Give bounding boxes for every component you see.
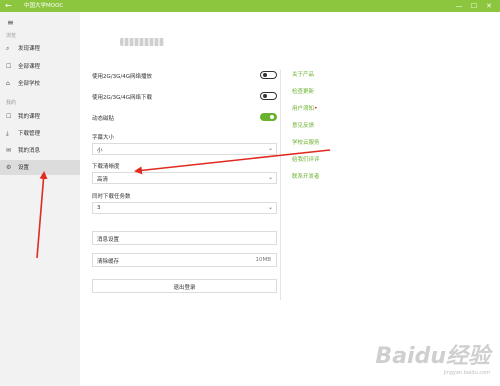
sidebar-item-discover-courses[interactable]: ⌕ 发现课程 [0,41,80,56]
sidebar-item-label: 下载管理 [18,131,41,137]
link-contact-developer[interactable]: 联系开发者 [292,172,320,180]
school-icon: ⌂ [6,80,10,87]
chevron-down-icon: ⌄ [267,204,273,211]
sidebar-item-label: 我的课程 [18,114,41,120]
select-value: 小 [97,148,103,154]
download-quality-select[interactable]: 高清 ⌄ [92,172,277,184]
link-about-product[interactable]: 关于产品 [292,70,314,78]
sidebar-item-label: 我的消息 [18,148,41,154]
sidebar-item-settings[interactable]: ⚙ 设置 [0,160,80,175]
link-feedback[interactable]: 意见反馈 [292,121,314,129]
setting-label: 使用2G/3G/4G网络下载 [92,95,152,101]
toggle-knob [270,115,274,119]
search-icon: ⌕ [6,45,10,52]
cache-size: 10MB [255,257,271,263]
new-dot-icon: • [314,105,318,112]
sidebar-item-all-courses[interactable]: ☐ 全部课程 [0,59,80,74]
sidebar-item-label: 发现课程 [18,46,41,52]
sidebar-item-my-messages[interactable]: ✉ 我的消息 [0,143,80,158]
font-size-select[interactable]: 小 ⌄ [92,143,277,155]
chevron-down-icon: ⌄ [267,145,273,152]
book-icon: ☐ [6,113,12,120]
live-tile-toggle[interactable] [260,113,277,121]
message-settings-button[interactable]: 消息设置 [92,231,277,245]
link-school-cloud[interactable]: 学校云服务 [292,138,320,146]
concurrent-downloads-select[interactable]: 3 ⌄ [92,202,277,214]
link-rate-us[interactable]: 给我们评评 [292,155,320,163]
button-label: 消息设置 [97,237,120,243]
sidebar-item-my-courses[interactable]: ☐ 我的课程 [0,109,80,124]
font-size-label: 字幕大小 [92,135,115,141]
watermark-logo: Baidu经验 [375,344,490,369]
setting-mobile-play: 使用2G/3G/4G网络播放 [92,70,277,82]
mobile-play-toggle[interactable] [260,71,277,79]
watermark-url: jingyan.baidu.com [443,370,490,376]
settings-panel: 使用2G/3G/4G网络播放 使用2G/3G/4G网络下载 动态磁贴 字幕大小 … [80,12,500,386]
maximize-icon[interactable]: ☐ [467,1,481,11]
watermark: Baidu经验 jingyan.baidu.com [375,338,490,376]
blurred-username [120,38,164,46]
app-title: 中国大学MOOC [24,3,64,9]
link-label: 用户须知 [292,106,315,112]
sidebar-item-label: 全部课程 [18,64,41,70]
mobile-download-toggle[interactable] [260,92,277,100]
link-user-notice[interactable]: 用户须知• [292,104,318,112]
clear-cache-button[interactable]: 清除缓存 10MB [92,253,277,267]
sidebar-item-download-manager[interactable]: ⤓ 下载管理 [0,126,80,141]
sidebar-item-label: 全部学校 [18,81,41,87]
section-label-mine: 我的 [6,100,17,106]
chevron-down-icon: ⌄ [267,174,273,181]
link-check-update[interactable]: 检查更新 [292,87,314,95]
sidebar-item-label: 设置 [18,165,30,171]
select-value: 高清 [97,177,109,183]
download-quality-label: 下载清晰度 [92,164,120,170]
button-label: 清除缓存 [97,259,120,265]
select-value: 3 [97,205,101,211]
download-icon: ⤓ [6,130,9,137]
setting-live-tile: 动态磁贴 [92,112,277,124]
gear-icon: ⚙ [6,164,12,171]
sidebar-item-all-schools[interactable]: ⌂ 全部学校 [0,76,80,91]
hamburger-menu-icon[interactable]: ≡ [7,18,14,27]
concurrent-downloads-label: 同时下载任务数 [92,194,131,200]
minimize-icon[interactable]: — [452,1,466,11]
divider [280,70,281,300]
toggle-knob [263,94,267,98]
setting-label: 使用2G/3G/4G网络播放 [92,74,152,80]
button-label: 退出登录 [173,285,196,291]
section-label-browse: 浏览 [6,33,17,39]
course-icon: ☐ [6,63,12,70]
setting-mobile-download: 使用2G/3G/4G网络下载 [92,91,277,103]
close-icon[interactable]: ✕ [482,1,496,11]
title-bar: ← 中国大学MOOC — ☐ ✕ [0,0,500,12]
toggle-knob [263,73,267,77]
setting-label: 动态磁贴 [92,116,115,122]
back-arrow-icon[interactable]: ← [5,1,12,11]
sidebar: ≡ 浏览 ⌕ 发现课程 ☐ 全部课程 ⌂ 全部学校 我的 ☐ 我的课程 ⤓ 下载… [0,12,80,386]
logout-button[interactable]: 退出登录 [92,279,277,293]
message-icon: ✉ [6,147,12,154]
